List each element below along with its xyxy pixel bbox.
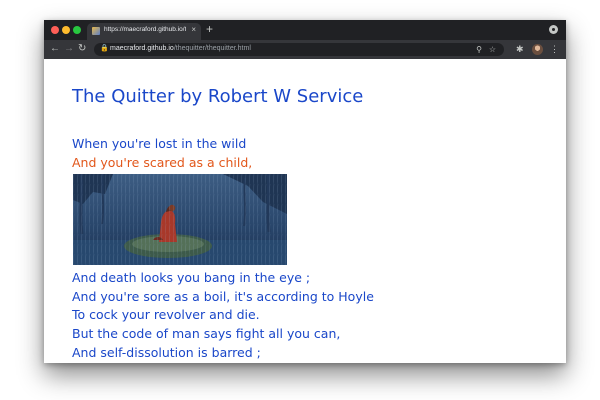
browser-toolbar: ← → ↻ 🔒 maecraford.github.io/thequitter/… [44, 40, 566, 59]
page-content: The Quitter by Robert W Service When you… [44, 59, 566, 363]
poem-line: To cock your revolver and die. [72, 307, 260, 322]
poem-line: And self-dissolution is barred ; [72, 345, 261, 360]
tab-close-button[interactable]: × [191, 25, 196, 34]
profile-icon[interactable] [549, 25, 558, 34]
maximize-window-button[interactable] [73, 26, 81, 34]
url-host: maecraford.github.io [110, 45, 174, 52]
url-path: /thequitter/thequitter.html [173, 45, 251, 52]
page-title: The Quitter by Robert W Service [72, 86, 364, 107]
lock-icon[interactable]: 🔒 [100, 44, 109, 52]
poem-line: And you're sore as a boil, it's accordin… [72, 289, 374, 304]
new-tab-button[interactable]: + [206, 22, 213, 36]
close-window-button[interactable] [51, 26, 59, 34]
browser-window: https://maecraford.github.io/th × + ← → … [44, 20, 566, 363]
poem-line: But the code of man says fight all you c… [72, 326, 341, 341]
tab-strip: https://maecraford.github.io/th × + [44, 20, 566, 40]
poem-line: And death looks you bang in the eye ; [72, 270, 311, 285]
back-button[interactable]: ← [50, 42, 60, 56]
browser-tab[interactable]: https://maecraford.github.io/th × [87, 23, 201, 40]
forward-button[interactable]: → [64, 42, 74, 56]
address-bar[interactable]: 🔒 maecraford.github.io/thequitter/thequi… [94, 43, 504, 56]
reload-button[interactable]: ↻ [78, 42, 86, 56]
favicon-icon [92, 27, 100, 35]
poem-line-highlighted: And you're scared as a child, [72, 155, 253, 170]
menu-icon[interactable]: ⋮ [550, 42, 559, 56]
tab-title: https://maecraford.github.io/th [104, 26, 186, 33]
poem-line: When you're lost in the wild [72, 136, 247, 151]
bookmark-star-icon[interactable]: ☆ [489, 43, 496, 56]
url-text[interactable]: maecraford.github.io/thequitter/thequitt… [110, 45, 251, 52]
extensions-icon[interactable]: ✱ [516, 42, 524, 56]
avatar[interactable] [532, 44, 543, 55]
zoom-icon[interactable]: ⚲ [476, 43, 482, 56]
minimize-window-button[interactable] [62, 26, 70, 34]
poem-illustration [73, 174, 287, 265]
